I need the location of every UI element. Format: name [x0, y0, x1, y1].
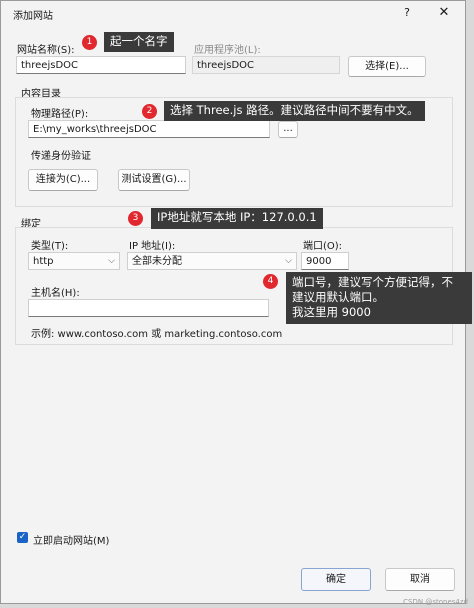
- test-settings-button[interactable]: 测试设置(G)...: [118, 169, 190, 191]
- ip-label: IP 地址(I):: [129, 241, 176, 252]
- site-name-label: 网站名称(S):: [17, 45, 75, 56]
- start-site-checkbox[interactable]: ✓: [17, 532, 28, 543]
- annotation-4-line-2: 建议用默认端口。: [292, 290, 384, 304]
- ok-button[interactable]: 确定: [301, 568, 371, 591]
- annotation-badge-3: 3: [128, 211, 143, 226]
- watermark: CSDN @stones4zd: [403, 598, 468, 606]
- close-button[interactable]: ✕: [433, 4, 455, 22]
- annotation-callout-4: 端口号，建议写个方便记得，不 建议用默认端口。 我这里用 9000: [286, 272, 472, 324]
- annotation-4-line-3: 我这里用 9000: [292, 305, 371, 319]
- host-example: 示例: www.contoso.com 或 marketing.contoso.…: [31, 329, 283, 340]
- annotation-badge-1: 1: [82, 35, 97, 50]
- type-label: 类型(T):: [31, 241, 69, 252]
- browse-button[interactable]: ...: [278, 121, 298, 138]
- ip-select[interactable]: 全部未分配 ⌵: [127, 252, 297, 270]
- annotation-4-line-1: 端口号，建议写个方便记得，不: [292, 275, 453, 289]
- site-name-input[interactable]: threejsDOC: [16, 56, 186, 74]
- chevron-down-icon: ⌵: [285, 256, 292, 266]
- start-site-label: 立即启动网站(M): [33, 536, 110, 547]
- select-app-pool-button[interactable]: 选择(E)...: [348, 56, 426, 77]
- dialog-title: 添加网站: [13, 11, 53, 22]
- annotation-badge-4: 4: [263, 274, 278, 289]
- port-input[interactable]: 9000: [301, 252, 349, 270]
- host-label: 主机名(H):: [31, 288, 80, 299]
- chevron-down-icon: ⌵: [108, 256, 115, 266]
- annotation-callout-3: IP地址就写本地 IP：127.0.0.1: [151, 208, 323, 229]
- app-pool-input: threejsDOC: [192, 56, 340, 74]
- physical-path-input[interactable]: E:\my_works\threejsDOC: [28, 120, 270, 138]
- ip-value: 全部未分配: [132, 256, 182, 267]
- type-value: http: [33, 256, 54, 267]
- cancel-button[interactable]: 取消: [385, 568, 455, 591]
- auth-label: 传递身份验证: [31, 151, 91, 162]
- type-select[interactable]: http ⌵: [28, 252, 120, 270]
- annotation-callout-2: 选择 Three.js 路径。建议路径中间不要有中文。: [164, 101, 425, 121]
- app-pool-label: 应用程序池(L):: [194, 45, 261, 56]
- annotation-callout-1: 起一个名字: [104, 32, 174, 52]
- annotation-badge-2: 2: [142, 104, 157, 119]
- host-input[interactable]: [28, 299, 269, 317]
- port-label: 端口(O):: [303, 241, 343, 252]
- connect-as-button[interactable]: 连接为(C)...: [28, 169, 98, 191]
- help-button[interactable]: ?: [397, 4, 417, 22]
- physical-path-label: 物理路径(P):: [31, 109, 89, 120]
